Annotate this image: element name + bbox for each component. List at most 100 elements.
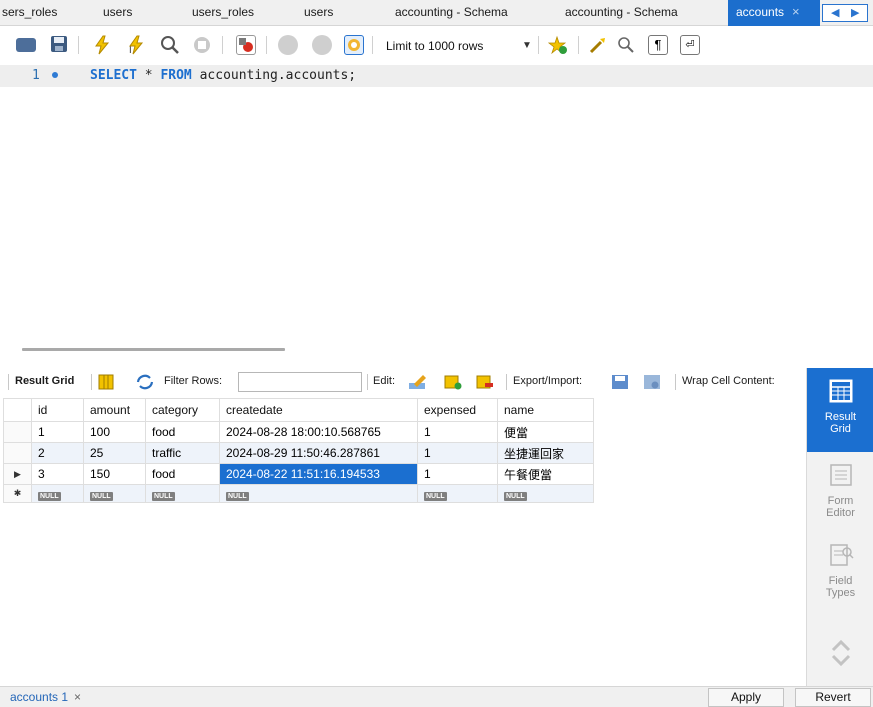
tab-users-roles[interactable]: users_roles [192, 0, 254, 26]
import-icon[interactable] [643, 374, 661, 390]
stop-icon[interactable] [192, 35, 212, 55]
execute-current-icon[interactable]: I [126, 35, 146, 56]
open-file-icon[interactable] [16, 38, 36, 52]
grid-cell[interactable]: 坐捷運回家 [497, 442, 594, 464]
grid-cell[interactable]: 150 [83, 463, 146, 485]
close-icon[interactable]: × [74, 690, 81, 704]
grid-cell[interactable]: 2024-08-28 18:00:10.568765 [219, 421, 418, 443]
grid-cell[interactable]: 3 [31, 463, 84, 485]
apply-button[interactable]: Apply [708, 688, 784, 707]
save-icon[interactable] [50, 35, 70, 55]
refresh-icon[interactable] [136, 374, 154, 390]
sql-editor-area[interactable] [0, 87, 873, 344]
tab-scroll-arrows[interactable]: ◀ ▶ [822, 4, 868, 22]
close-icon[interactable]: × [792, 4, 800, 19]
grid-cell[interactable]: NULL [83, 484, 146, 503]
chevron-down-icon[interactable]: ▼ [522, 37, 532, 55]
new-row[interactable]: ✱ NULL NULL NULL NULL NULL NULL [3, 484, 594, 503]
result-grid-view-label: Result Grid [807, 378, 873, 435]
beautify-icon[interactable] [588, 35, 608, 55]
column-header[interactable]: expensed [417, 398, 498, 422]
grid-cell[interactable]: 25 [83, 442, 146, 464]
tab-label: users [103, 5, 133, 19]
grid-cell[interactable]: 1 [417, 463, 498, 485]
result-grid-label[interactable]: Result Grid [15, 375, 74, 387]
form-editor-view-button[interactable]: Form Editor [807, 462, 873, 519]
grid-cell[interactable]: 午餐便當 [497, 463, 594, 485]
current-row-marker-icon[interactable]: ▶ [3, 463, 32, 485]
delete-row-icon[interactable] [476, 374, 494, 390]
table-row[interactable]: ▶ 3 150 food 2024-08-22 11:51:16.194533 … [3, 463, 594, 485]
grid-cell[interactable]: food [145, 463, 220, 485]
tab-users[interactable]: users [103, 0, 132, 26]
grid-cell[interactable]: NULL [497, 484, 594, 503]
grid-cell[interactable]: NULL [31, 484, 84, 503]
grid-cell[interactable]: 1 [417, 442, 498, 464]
grid-cell[interactable]: 1 [31, 421, 84, 443]
tab-label: sers_roles [2, 5, 58, 19]
result-grid-view-button[interactable]: Result Grid [807, 368, 873, 452]
new-row-marker-icon[interactable]: ✱ [3, 484, 32, 503]
table-row[interactable]: 1 100 food 2024-08-28 18:00:10.568765 1 … [3, 421, 594, 443]
result-tab-accounts-1[interactable]: accounts 1 × [10, 690, 81, 704]
execute-icon[interactable] [92, 35, 112, 55]
grid-cell[interactable]: NULL [417, 484, 498, 503]
null-badge: NULL [38, 491, 61, 501]
panel-scroll-arrows[interactable] [807, 638, 873, 671]
export-icon[interactable] [611, 374, 629, 390]
tab-accounts[interactable]: accounts × [728, 0, 820, 26]
sql-editor-current-line[interactable]: 1 SELECT * FROM accounting.accounts; [0, 65, 873, 87]
invisible-chars-icon[interactable]: ¶ [648, 35, 668, 55]
limit-rows-select[interactable]: Limit to 1000 rows [386, 37, 483, 55]
column-header[interactable]: name [497, 398, 594, 422]
autocommit-icon[interactable] [344, 35, 364, 55]
edit-row-icon[interactable] [408, 374, 426, 390]
sql-statement[interactable]: SELECT * FROM accounting.accounts; [90, 68, 356, 83]
grid-layout-icon[interactable] [98, 374, 114, 390]
row-marker[interactable] [3, 421, 32, 443]
toolbar-separator [372, 36, 373, 54]
grid-cell[interactable]: traffic [145, 442, 220, 464]
chevron-up-down-icon[interactable] [828, 638, 854, 668]
add-snippet-icon[interactable] [547, 35, 568, 55]
column-header[interactable]: category [145, 398, 220, 422]
panel-label-line: Types [825, 587, 856, 599]
table-row[interactable]: 2 25 traffic 2024-08-29 11:50:46.287861 … [3, 442, 594, 464]
tab-accounting-schema[interactable]: accounting - Schema [395, 0, 508, 26]
column-header[interactable]: amount [83, 398, 146, 422]
column-header[interactable]: id [31, 398, 84, 422]
grid-cell[interactable]: NULL [219, 484, 418, 503]
grid-cell[interactable]: 100 [83, 421, 146, 443]
toggle-error-icon[interactable] [236, 35, 256, 55]
toolbar-separator [222, 36, 223, 54]
rollback-icon[interactable] [312, 35, 332, 55]
toolbar-separator [675, 374, 676, 390]
explain-icon[interactable] [160, 35, 180, 55]
pane-splitter[interactable] [22, 348, 285, 351]
grid-cell[interactable]: 2 [31, 442, 84, 464]
row-marker[interactable] [3, 442, 32, 464]
grid-cell[interactable]: food [145, 421, 220, 443]
grid-cell-selected[interactable]: 2024-08-22 11:51:16.194533 [219, 463, 418, 485]
tab-accounting-schema-2[interactable]: accounting - Schema [565, 0, 678, 26]
find-icon[interactable] [616, 35, 636, 55]
grid-cell[interactable]: 便當 [497, 421, 594, 443]
filter-rows-input[interactable] [238, 372, 362, 392]
tab-users-2[interactable]: users [304, 0, 333, 26]
grid-header-row: id amount category createdate expensed n… [3, 398, 594, 422]
null-badge: NULL [90, 491, 113, 501]
arrow-right-icon[interactable]: ▶ [851, 6, 859, 19]
commit-icon[interactable] [278, 35, 298, 55]
grid-cell[interactable]: NULL [145, 484, 220, 503]
result-grid-table[interactable]: id amount category createdate expensed n… [3, 398, 594, 503]
field-types-view-button[interactable]: Field Types [807, 542, 873, 599]
grid-cell[interactable]: 1 [417, 421, 498, 443]
sql-keyword: FROM [160, 68, 192, 83]
grid-cell[interactable]: 2024-08-29 11:50:46.287861 [219, 442, 418, 464]
wrap-icon[interactable]: ⏎ [680, 35, 700, 55]
arrow-left-icon[interactable]: ◀ [831, 6, 839, 19]
tab-users-roles-partial[interactable]: sers_roles [2, 0, 57, 26]
column-header[interactable]: createdate [219, 398, 418, 422]
revert-button[interactable]: Revert [795, 688, 871, 707]
insert-row-icon[interactable] [444, 374, 462, 390]
